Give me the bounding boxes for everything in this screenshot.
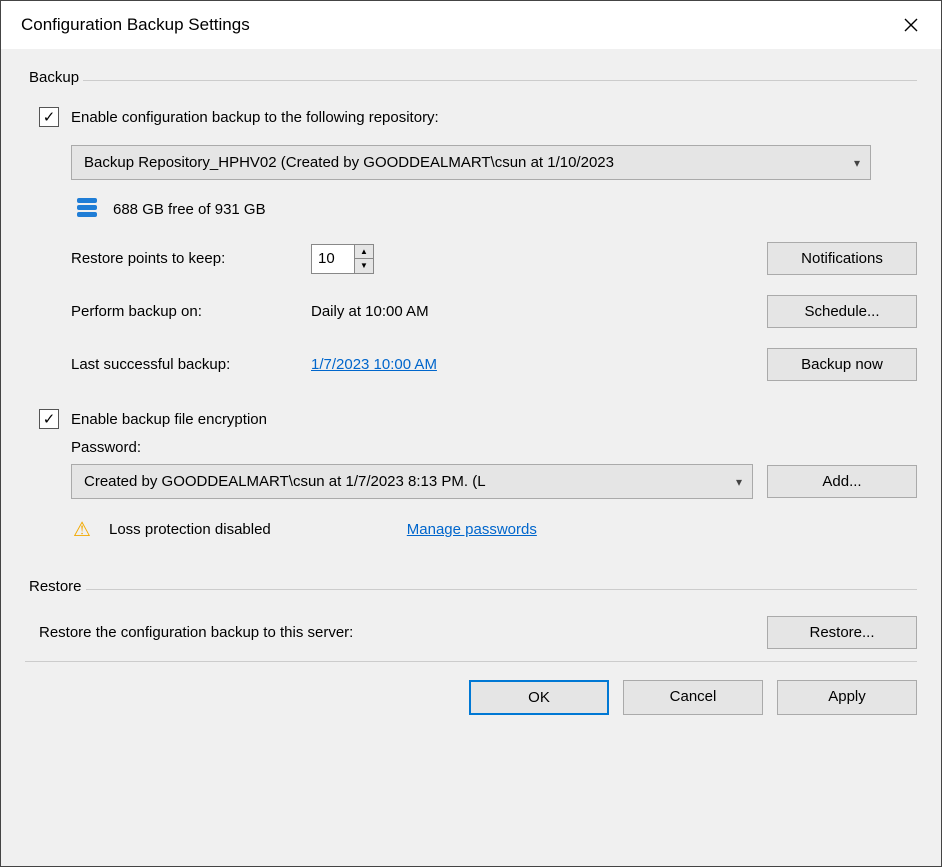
close-icon [904,18,918,32]
restore-row: Restore the configuration backup to this… [39,616,917,649]
enable-backup-label: Enable configuration backup to the follo… [71,109,439,126]
restore-points-input[interactable] [312,245,354,273]
restore-points-spinner[interactable]: ▲ ▼ [311,244,374,274]
backup-section: Backup Enable configuration backup to th… [25,69,917,566]
last-backup-label: Last successful backup: [71,356,311,373]
password-dropdown[interactable]: Created by GOODDEALMART\csun at 1/7/2023… [71,464,753,499]
spinner-down[interactable]: ▼ [355,259,373,273]
restore-button[interactable]: Restore... [767,616,917,649]
loss-protection-label: Loss protection disabled [109,521,271,538]
last-backup-row: Last successful backup: 1/7/2023 10:00 A… [71,348,917,381]
encrypt-checkbox[interactable] [39,409,59,429]
repository-dropdown[interactable]: Backup Repository_HPHV02 (Created by GOO… [71,145,871,180]
add-password-button[interactable]: Add... [767,465,917,498]
notifications-button[interactable]: Notifications [767,242,917,275]
password-label: Password: [71,439,141,456]
backup-group-label: Backup [25,69,83,86]
backup-now-button[interactable]: Backup now [767,348,917,381]
cancel-button[interactable]: Cancel [623,680,763,715]
encrypt-row: Enable backup file encryption [39,409,917,429]
restore-group-label: Restore [25,578,86,595]
restore-section: Restore Restore the configuration backup… [25,566,917,649]
password-label-row: Password: [71,439,917,456]
restore-points-row: Restore points to keep: ▲ ▼ Notification… [71,242,917,275]
repository-selected: Backup Repository_HPHV02 (Created by GOO… [84,154,614,171]
last-backup-link[interactable]: 1/7/2023 10:00 AM [311,356,437,373]
password-selected: Created by GOODDEALMART\csun at 1/7/2023… [84,473,486,490]
free-space-text: 688 GB free of 931 GB [113,201,266,218]
dialog-content: Backup Enable configuration backup to th… [1,49,941,866]
config-backup-dialog: Configuration Backup Settings Backup Ena… [0,0,942,867]
encrypt-label: Enable backup file encryption [71,411,267,428]
perform-row: Perform backup on: Daily at 10:00 AM Sch… [71,295,917,328]
restore-group-header: Restore [25,578,917,598]
loss-protection-row: ⚠ Loss protection disabled Manage passwo… [71,517,917,542]
spinner-arrows: ▲ ▼ [354,245,373,273]
password-row: Created by GOODDEALMART\csun at 1/7/2023… [71,464,917,499]
titlebar: Configuration Backup Settings [1,1,941,49]
restore-group-line [25,589,917,590]
chevron-down-icon: ▾ [854,156,860,170]
repository-row: Backup Repository_HPHV02 (Created by GOO… [71,145,917,180]
chevron-down-icon: ▾ [736,475,742,489]
window-title: Configuration Backup Settings [21,15,250,35]
manage-passwords-link[interactable]: Manage passwords [407,521,537,538]
spinner-up[interactable]: ▲ [355,245,373,260]
dialog-footer: OK Cancel Apply [25,680,917,715]
ok-button[interactable]: OK [469,680,609,715]
apply-button[interactable]: Apply [777,680,917,715]
free-space-row: 688 GB free of 931 GB [71,198,917,220]
restore-text: Restore the configuration backup to this… [39,624,353,641]
backup-group-header: Backup [25,69,917,89]
restore-points-label: Restore points to keep: [71,250,311,267]
perform-value: Daily at 10:00 AM [311,303,429,320]
disk-icon [77,198,97,220]
backup-group-line [25,80,917,81]
schedule-button[interactable]: Schedule... [767,295,917,328]
warning-icon: ⚠ [71,517,93,542]
enable-backup-checkbox[interactable] [39,107,59,127]
close-button[interactable] [893,11,929,39]
perform-label: Perform backup on: [71,303,311,320]
enable-backup-row: Enable configuration backup to the follo… [39,107,917,127]
footer-divider [25,661,917,662]
